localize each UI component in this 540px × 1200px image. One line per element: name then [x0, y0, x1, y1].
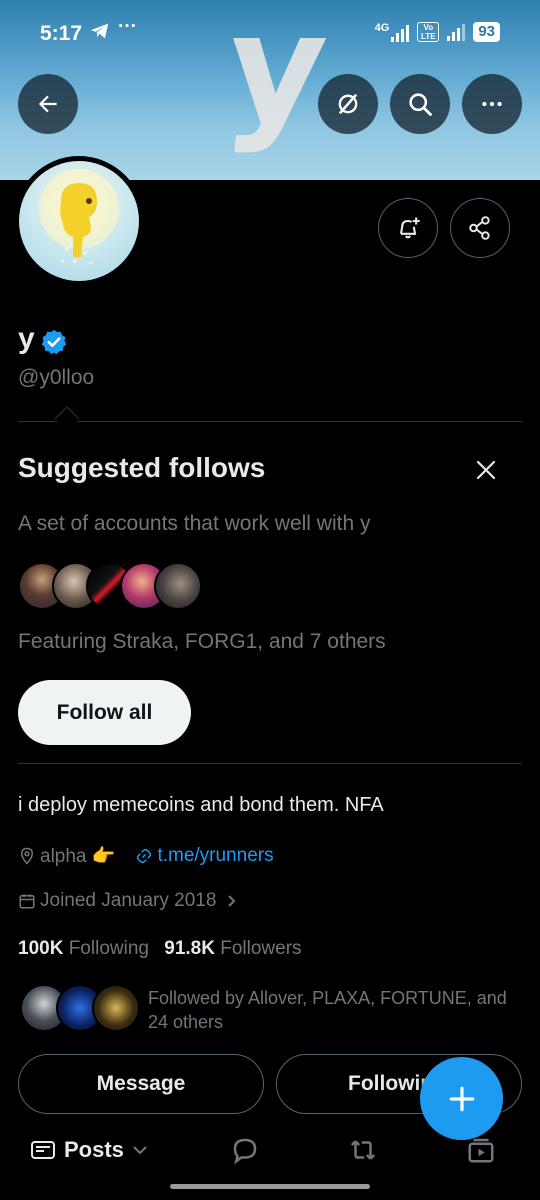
- search-button[interactable]: [390, 74, 450, 134]
- more-button[interactable]: [462, 74, 522, 134]
- back-arrow-icon: [38, 95, 57, 113]
- user-handle: @y0lloo: [18, 366, 95, 389]
- network-type: 4G: [374, 21, 390, 34]
- following-label: Following: [68, 938, 149, 959]
- search-icon: [409, 93, 432, 116]
- reply-icon: [233, 1138, 257, 1165]
- close-icon: [476, 460, 496, 480]
- profile-link[interactable]: t.me/yrunners: [157, 845, 273, 867]
- follow-all-button[interactable]: Follow all: [18, 680, 191, 745]
- profile-tabs: Posts: [0, 1124, 540, 1180]
- status-time: 5:17: [40, 22, 83, 45]
- chevron-down-icon: [133, 1146, 147, 1155]
- joined-row[interactable]: Joined January 2018: [18, 890, 242, 912]
- display-name: y: [18, 322, 35, 355]
- followed-by-avatars[interactable]: [20, 984, 140, 1034]
- calendar-icon: [18, 892, 36, 910]
- followers-count: 91.8K: [164, 938, 215, 959]
- grok-icon: [338, 93, 358, 115]
- avatar: [92, 984, 140, 1032]
- following-count: 100K: [18, 938, 64, 959]
- suggestion-caret: [54, 406, 80, 432]
- grok-button[interactable]: [318, 74, 378, 134]
- message-button[interactable]: Message: [18, 1054, 264, 1114]
- status-indicators: 4G Vo LTE 93: [375, 22, 500, 42]
- tab-media[interactable]: [466, 1124, 496, 1176]
- suggested-featuring: Featuring Straka, FORG1, and 7 others: [18, 630, 386, 653]
- tab-posts[interactable]: Posts: [30, 1124, 148, 1176]
- followed-by-text[interactable]: Followed by Allover, PLAXA, FORTUNE, and…: [148, 986, 518, 1034]
- telegram-icon: [90, 22, 110, 46]
- joined-date: Joined January 2018: [40, 890, 217, 911]
- link-icon: [135, 847, 153, 865]
- repost-icon: [350, 1140, 376, 1160]
- tab-posts-label: Posts: [64, 1137, 124, 1162]
- verified-badge-icon[interactable]: [40, 328, 68, 356]
- suggested-follows-title: Suggested follows: [18, 452, 266, 483]
- location-icon: [18, 847, 36, 865]
- divider: [18, 763, 522, 764]
- home-indicator[interactable]: [170, 1184, 370, 1189]
- plus-icon: [449, 1086, 474, 1111]
- more-icon: [482, 101, 502, 107]
- profile-location: alpha 👉: [40, 846, 116, 867]
- avatar-image: [19, 161, 139, 281]
- profile-bio: i deploy memecoins and bond them. NFA: [18, 794, 384, 816]
- chevron-right-icon: [226, 894, 238, 908]
- cell-signal-2: [447, 23, 466, 41]
- bell-plus-icon: [399, 217, 420, 239]
- profile-avatar[interactable]: [14, 156, 144, 286]
- close-suggestions-button[interactable]: [468, 452, 504, 488]
- profile-meta: alpha 👉 t.me/yrunners: [18, 844, 274, 868]
- follow-counts: 100K Following 91.8K Followers: [18, 938, 302, 960]
- divider: [18, 421, 522, 422]
- volte-badge: Vo LTE: [417, 22, 440, 42]
- battery-indicator: 93: [473, 22, 500, 42]
- share-button[interactable]: [450, 198, 510, 258]
- notify-button[interactable]: [378, 198, 438, 258]
- following-link[interactable]: 100K Following: [18, 938, 149, 959]
- tab-reposts[interactable]: [347, 1124, 379, 1176]
- followers-link[interactable]: 91.8K Followers: [164, 938, 301, 959]
- status-more: ···: [118, 16, 137, 37]
- posts-icon: [31, 1141, 55, 1159]
- status-bar: 5:17 ··· 4G Vo LTE 93: [0, 0, 540, 64]
- video-icon: [468, 1138, 494, 1163]
- avatar: [154, 562, 202, 610]
- back-button[interactable]: [18, 74, 78, 134]
- suggested-avatars[interactable]: [18, 562, 202, 610]
- cell-signal-1: 4G: [374, 21, 410, 42]
- followers-label: Followers: [220, 938, 302, 959]
- suggested-description: A set of accounts that work well with y: [18, 512, 371, 535]
- tab-replies[interactable]: [230, 1124, 260, 1176]
- share-icon: [469, 216, 490, 240]
